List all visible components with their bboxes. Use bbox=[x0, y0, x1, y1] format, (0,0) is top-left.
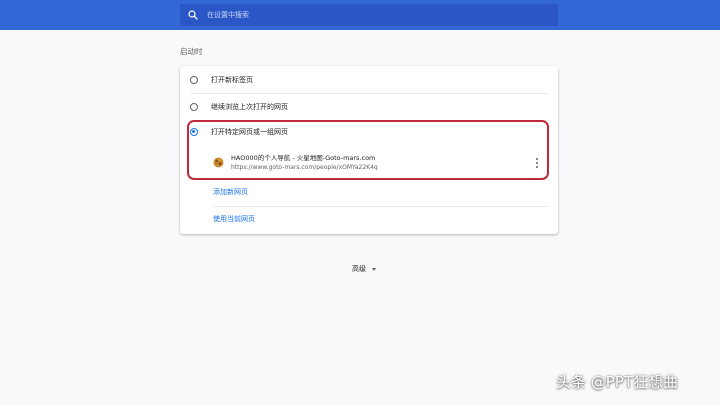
startup-option-label: 打开特定网页或一组网页 bbox=[211, 127, 288, 136]
startup-option-continue[interactable]: 继续浏览上次打开的网页 bbox=[180, 93, 558, 120]
settings-header bbox=[0, 0, 720, 30]
watermark-text: 头条 @PPT狂想曲 bbox=[556, 373, 679, 391]
startup-page-entry: HAO000的个人导航 - 火星地图-Goto-mars.com https:/… bbox=[180, 146, 558, 182]
more-vert-icon[interactable] bbox=[533, 156, 541, 170]
startup-page-title: HAO000的个人导航 - 火星地图-Goto-mars.com bbox=[231, 154, 376, 162]
search-icon bbox=[188, 10, 198, 20]
startup-option-specific-pages[interactable]: 打开特定网页或一组网页 bbox=[180, 118, 558, 145]
search-input[interactable] bbox=[205, 4, 549, 26]
radio-new-tab[interactable] bbox=[190, 75, 198, 84]
mars-favicon-icon bbox=[213, 157, 224, 168]
advanced-label: 高级 bbox=[352, 265, 366, 273]
radio-specific-pages[interactable] bbox=[190, 127, 198, 136]
section-title-startup: 启动时 bbox=[180, 47, 203, 56]
startup-option-label: 继续浏览上次打开的网页 bbox=[211, 102, 288, 111]
settings-search-bar[interactable] bbox=[180, 4, 558, 26]
startup-option-new-tab[interactable]: 打开新标签页 bbox=[180, 66, 558, 93]
chevron-down-icon bbox=[372, 267, 376, 271]
radio-continue[interactable] bbox=[190, 102, 198, 111]
startup-settings-card: 打开新标签页 继续浏览上次打开的网页 打开特定网页或一组网页 HAO000的个人… bbox=[180, 66, 558, 234]
use-current-pages-link[interactable]: 使用当前网页 bbox=[213, 214, 255, 224]
add-new-page-link[interactable]: 添加新网页 bbox=[213, 187, 248, 197]
startup-option-label: 打开新标签页 bbox=[211, 75, 253, 84]
startup-page-url: https://www.goto-mars.com/people/xOMYa22… bbox=[231, 164, 378, 171]
advanced-settings-toggle[interactable]: 高级 bbox=[352, 264, 376, 274]
divider bbox=[213, 206, 548, 207]
